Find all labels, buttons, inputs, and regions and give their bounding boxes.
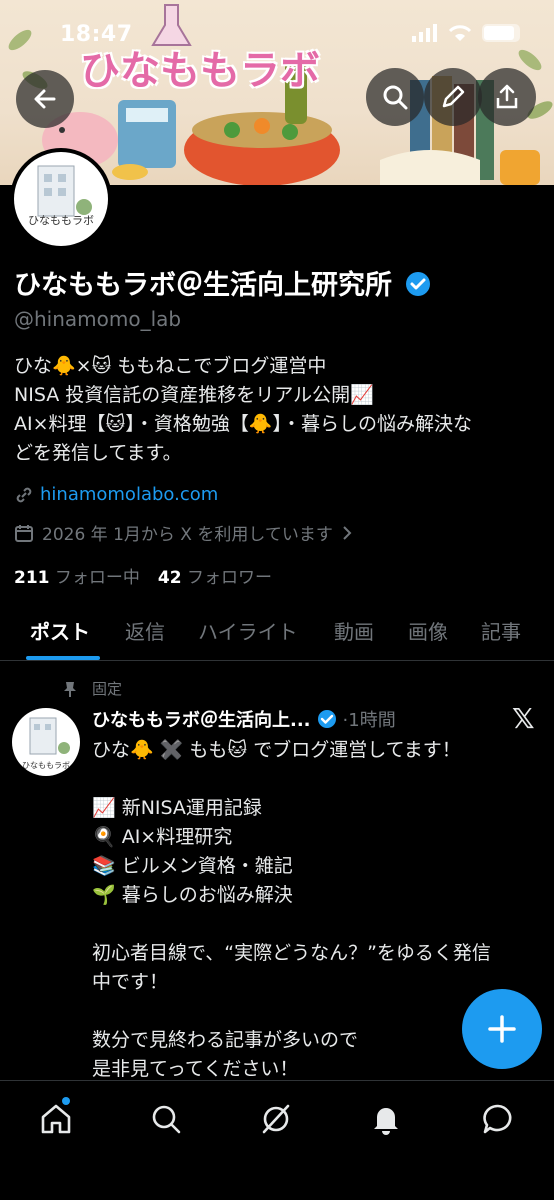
following-label: フォロー中 bbox=[54, 568, 140, 588]
avatar-image: ひなももラボ bbox=[14, 152, 108, 246]
search-icon bbox=[383, 85, 408, 110]
post-avatar-label: ひなももラボ bbox=[22, 761, 70, 770]
pencil-icon bbox=[442, 85, 465, 108]
tab-posts[interactable]: ポスト bbox=[30, 616, 90, 645]
avatar-label: ひなももラボ bbox=[28, 214, 94, 227]
pinned-label: 固定 bbox=[92, 680, 123, 698]
share-button[interactable] bbox=[478, 68, 536, 126]
cellular-signal-icon bbox=[412, 24, 437, 42]
nav-explore[interactable] bbox=[146, 1099, 186, 1139]
tab-videos[interactable]: 動画 bbox=[334, 616, 374, 645]
grok-icon bbox=[262, 1104, 290, 1134]
profile-avatar[interactable]: ひなももラボ bbox=[10, 148, 112, 250]
post-line: 🌱 暮らしのお悩み解決 bbox=[92, 884, 293, 906]
post-time: ·1時間 bbox=[342, 710, 396, 731]
wifi-icon bbox=[448, 25, 472, 41]
profile-name-text: ひなももラボ＠生活向上研究所 bbox=[14, 270, 392, 301]
joined-text: 2026 年 1月から X を利用しています bbox=[42, 525, 333, 545]
post-author-name[interactable]: ひなももラボ＠生活向上... bbox=[92, 706, 311, 732]
followers-label: フォロワー bbox=[186, 568, 272, 588]
nav-messages[interactable] bbox=[478, 1099, 518, 1139]
bottom-navigation bbox=[0, 1080, 554, 1200]
notification-dot bbox=[62, 1097, 70, 1105]
tab-articles[interactable]: 記事 bbox=[481, 616, 521, 645]
profile-link[interactable]: hinamomolabo.com bbox=[14, 484, 218, 505]
home-icon bbox=[41, 1104, 71, 1134]
followers-stat[interactable]: 42 フォロワー bbox=[158, 563, 272, 588]
tab-images[interactable]: 画像 bbox=[408, 616, 448, 645]
compose-post-button[interactable] bbox=[462, 989, 542, 1069]
post-line: 📚 ビルメン資格・雑記 bbox=[92, 855, 293, 877]
calendar-icon bbox=[15, 524, 33, 542]
nav-grok[interactable] bbox=[256, 1099, 296, 1139]
plus-icon bbox=[488, 1015, 516, 1043]
nav-home[interactable] bbox=[36, 1097, 76, 1139]
back-button[interactable] bbox=[16, 70, 74, 128]
post-line: 🍳 AI×料理研究 bbox=[92, 826, 233, 848]
arrow-left-icon bbox=[34, 89, 56, 109]
bell-icon bbox=[374, 1108, 398, 1135]
battery-icon bbox=[482, 24, 520, 42]
verified-badge-icon bbox=[406, 272, 431, 296]
pin-icon bbox=[64, 681, 76, 697]
bio-line: どを発信してます。 bbox=[14, 442, 182, 464]
tab-replies[interactable]: 返信 bbox=[125, 616, 165, 645]
profile-link-text[interactable]: hinamomolabo.com bbox=[40, 484, 218, 505]
chevron-right-icon bbox=[343, 525, 352, 540]
profile-handle: @hinamomo_lab bbox=[14, 307, 182, 331]
following-stat[interactable]: 211 フォロー中 bbox=[14, 563, 140, 588]
tab-highlights[interactable]: ハイライト bbox=[198, 616, 298, 645]
post-line: ひな🐥 ✖️ もも🐱 でブログ運営してます！ bbox=[92, 739, 461, 761]
bio-line: NISA 投資信託の資産推移をリアル公開📈 bbox=[14, 384, 374, 406]
followers-count: 42 bbox=[157, 568, 182, 588]
pinned-indicator: 固定 bbox=[62, 678, 122, 699]
post-line: 中です！ bbox=[92, 971, 169, 993]
bio-line: AI×料理【🐱】・資格勉強【🐥】・暮らしの悩み解決な bbox=[14, 413, 472, 435]
status-bar-time: 18:47 bbox=[60, 22, 133, 47]
search-icon bbox=[152, 1105, 181, 1134]
post-line bbox=[92, 765, 542, 794]
post-line: 初心者目線で、“実際どうなん？”をゆるく発信 bbox=[92, 942, 491, 964]
x-logo-icon[interactable]: 𝕏 bbox=[512, 702, 535, 735]
profile-tabs: ポスト 返信 ハイライト 動画 画像 記事 bbox=[0, 608, 554, 661]
search-button[interactable] bbox=[366, 68, 424, 126]
profile-bio: ひな🐥×🐱 ももねこでブログ運営中 NISA 投資信託の資産推移をリアル公開📈 … bbox=[14, 352, 542, 468]
profile-name: ひなももラボ＠生活向上研究所 bbox=[14, 263, 431, 302]
status-bar-icons bbox=[412, 24, 520, 42]
post-author-avatar[interactable]: ひなももラボ bbox=[12, 708, 80, 776]
joined-date[interactable]: 2026 年 1月から X を利用しています bbox=[14, 520, 353, 545]
follow-stats: 211 フォロー中 42 フォロワー bbox=[14, 563, 272, 588]
post-line bbox=[92, 910, 542, 939]
following-count: 211 bbox=[14, 568, 50, 588]
post-header: ひなももラボ＠生活向上... ·1時間 bbox=[92, 706, 396, 732]
share-icon bbox=[496, 84, 518, 109]
bio-line: ひな🐥×🐱 ももねこでブログ運営中 bbox=[14, 355, 327, 377]
link-icon bbox=[16, 487, 32, 502]
active-tab-indicator bbox=[26, 656, 100, 660]
post-line: 📈 新NISA運用記録 bbox=[92, 797, 262, 819]
nav-notifications[interactable] bbox=[366, 1099, 406, 1139]
edit-button[interactable] bbox=[424, 68, 482, 126]
chat-bubble-icon bbox=[483, 1104, 512, 1134]
verified-badge-icon bbox=[317, 710, 336, 728]
